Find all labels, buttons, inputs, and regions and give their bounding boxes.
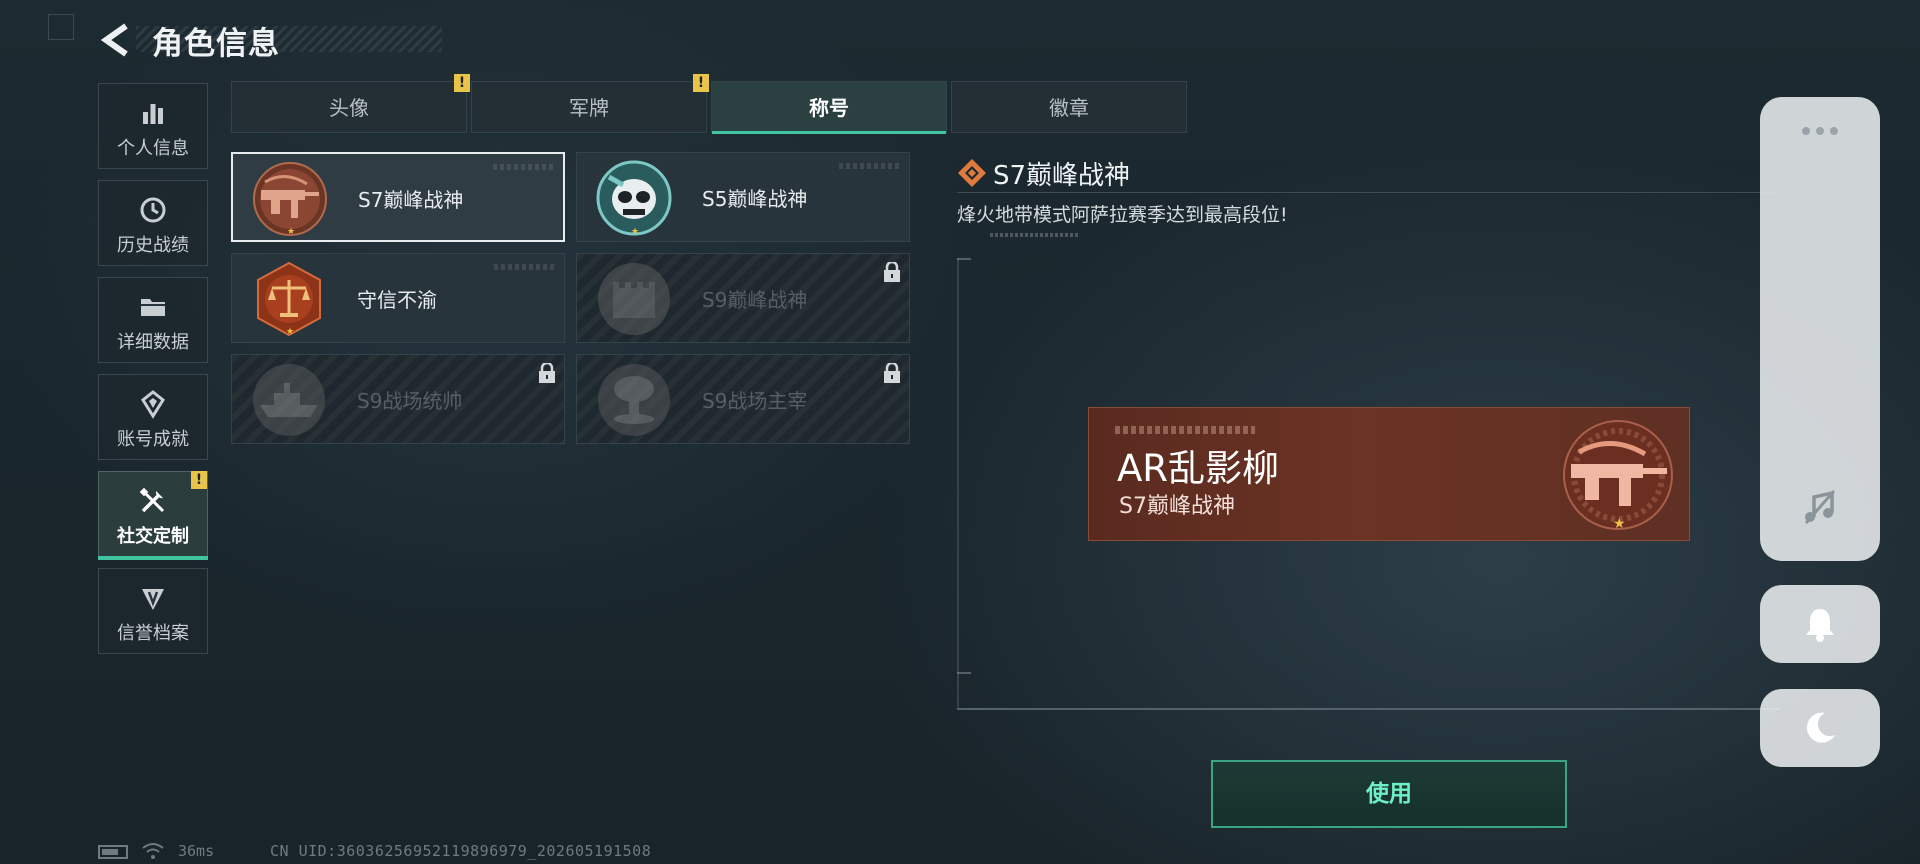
title-name: S7巅峰战神 bbox=[358, 188, 464, 212]
nameplate-preview: AR乱影柳 S7巅峰战神 ★ bbox=[1088, 407, 1690, 541]
music-off-icon[interactable] bbox=[1800, 487, 1840, 527]
title-name: S9巅峰战神 bbox=[702, 288, 808, 312]
tab-label: 徽章 bbox=[1049, 96, 1089, 120]
preview-frame-bottom bbox=[957, 708, 1780, 710]
preview-frame-left bbox=[957, 258, 959, 708]
wifi-icon bbox=[142, 843, 164, 859]
uid-readout: CN UID:3603625695211989​6979_20260519150… bbox=[270, 842, 652, 860]
mushroom-cloud-emblem-icon bbox=[598, 364, 670, 436]
sidebar-item-label: 账号成就 bbox=[117, 429, 189, 450]
bell-icon bbox=[1806, 609, 1834, 642]
card-decoration bbox=[839, 163, 899, 169]
tab-dogtag[interactable]: 军牌 bbox=[471, 81, 707, 133]
title-name: S9战场统帅 bbox=[357, 389, 463, 413]
svg-text:★: ★ bbox=[1613, 516, 1626, 532]
tab-badges[interactable]: 徽章 bbox=[951, 81, 1187, 133]
sidebar-item-label: 社交定制 bbox=[117, 526, 189, 547]
sidebar-item-reputation[interactable]: 信誉档案 bbox=[98, 568, 208, 654]
tab-titles[interactable]: 称号 bbox=[711, 81, 947, 134]
title-name: S5巅峰战神 bbox=[702, 187, 808, 211]
tab-label: 军牌 bbox=[569, 96, 609, 120]
sidebar-item-label: 历史战绩 bbox=[117, 235, 189, 256]
description-decoration bbox=[990, 233, 1078, 237]
title-card-s5-peak[interactable]: ★ S5巅峰战神 bbox=[576, 152, 910, 242]
ship-emblem-icon bbox=[253, 364, 325, 436]
scales-emblem-icon: ★ bbox=[257, 261, 321, 337]
gun-emblem-icon: ★ bbox=[1563, 420, 1673, 532]
player-name: AR乱影柳 bbox=[1117, 447, 1280, 490]
achievement-icon bbox=[141, 390, 165, 419]
detail-description: 烽火地带模式阿萨拉赛季达到最高段位! bbox=[957, 204, 1288, 226]
sidebar-item-achievements[interactable]: 账号成就 bbox=[98, 374, 208, 460]
page-title: 角色信息 bbox=[152, 26, 280, 62]
night-mode-button[interactable] bbox=[1760, 689, 1880, 767]
corner-frame bbox=[48, 14, 74, 40]
svg-text:★: ★ bbox=[631, 227, 639, 237]
reputation-icon bbox=[142, 589, 164, 610]
card-decoration bbox=[494, 264, 554, 270]
divider bbox=[957, 192, 1780, 193]
sidebar-item-label: 个人信息 bbox=[117, 138, 189, 159]
tab-label: 头像 bbox=[329, 96, 369, 120]
gun-emblem-icon: ★ bbox=[253, 162, 327, 237]
use-button[interactable]: 使用 bbox=[1211, 760, 1567, 828]
alert-badge: ! bbox=[191, 471, 207, 489]
lock-icon bbox=[884, 363, 900, 383]
skull-emblem-icon: ★ bbox=[596, 160, 672, 237]
nameplate-decoration bbox=[1115, 426, 1255, 434]
sidebar-item-history[interactable]: 历史战绩 bbox=[98, 180, 208, 266]
nameplate-title: S7巅峰战神 bbox=[1119, 494, 1235, 519]
diamond-icon bbox=[958, 159, 986, 187]
sidebar-item-social-custom[interactable]: 社交定制 ! bbox=[98, 471, 208, 560]
lock-icon bbox=[884, 262, 900, 282]
tab-bar: 头像 ! 军牌 ! 称号 徽章 bbox=[231, 74, 1189, 135]
frame-tick bbox=[957, 672, 971, 674]
title-card-s7-peak[interactable]: ★ S7巅峰战神 bbox=[231, 152, 565, 242]
bar-chart-icon bbox=[143, 104, 163, 124]
sidebar-item-detailed-data[interactable]: 详细数据 bbox=[98, 277, 208, 363]
detail-title: S7巅峰战神 bbox=[993, 161, 1131, 191]
more-dots-icon[interactable] bbox=[1800, 125, 1840, 137]
folder-icon bbox=[141, 299, 165, 316]
title-card-trustworthy[interactable]: ★ 守信不渝 bbox=[231, 253, 565, 343]
tab-label: 称号 bbox=[809, 96, 849, 120]
sidebar-item-personal-info[interactable]: 个人信息 bbox=[98, 83, 208, 169]
svg-text:★: ★ bbox=[286, 327, 294, 337]
sidebar-item-label: 信誉档案 bbox=[117, 623, 189, 644]
card-decoration bbox=[493, 164, 553, 170]
title-card-s9-dominator[interactable]: S9战场主宰 bbox=[576, 354, 910, 444]
notification-button[interactable] bbox=[1760, 585, 1880, 663]
svg-text:★: ★ bbox=[287, 227, 295, 237]
title-name: 守信不渝 bbox=[357, 288, 437, 312]
fortress-emblem-icon bbox=[598, 263, 670, 335]
title-card-s9-commander[interactable]: S9战场统帅 bbox=[231, 354, 565, 444]
title-name: S9战场主宰 bbox=[702, 389, 808, 413]
history-icon bbox=[140, 197, 166, 223]
moon-icon bbox=[1806, 712, 1835, 743]
tab-avatar[interactable]: 头像 bbox=[231, 81, 467, 133]
back-arrow-icon[interactable] bbox=[98, 22, 134, 58]
alert-badge: ! bbox=[693, 74, 709, 92]
sidebar-item-label: 详细数据 bbox=[117, 332, 189, 353]
lock-icon bbox=[539, 363, 555, 383]
battery-icon bbox=[98, 845, 128, 859]
frame-tick bbox=[957, 258, 971, 260]
alert-badge: ! bbox=[454, 74, 470, 92]
ping-readout: 36ms bbox=[178, 842, 215, 860]
title-card-s9-peak[interactable]: S9巅峰战神 bbox=[576, 253, 910, 343]
tools-icon bbox=[139, 487, 165, 513]
